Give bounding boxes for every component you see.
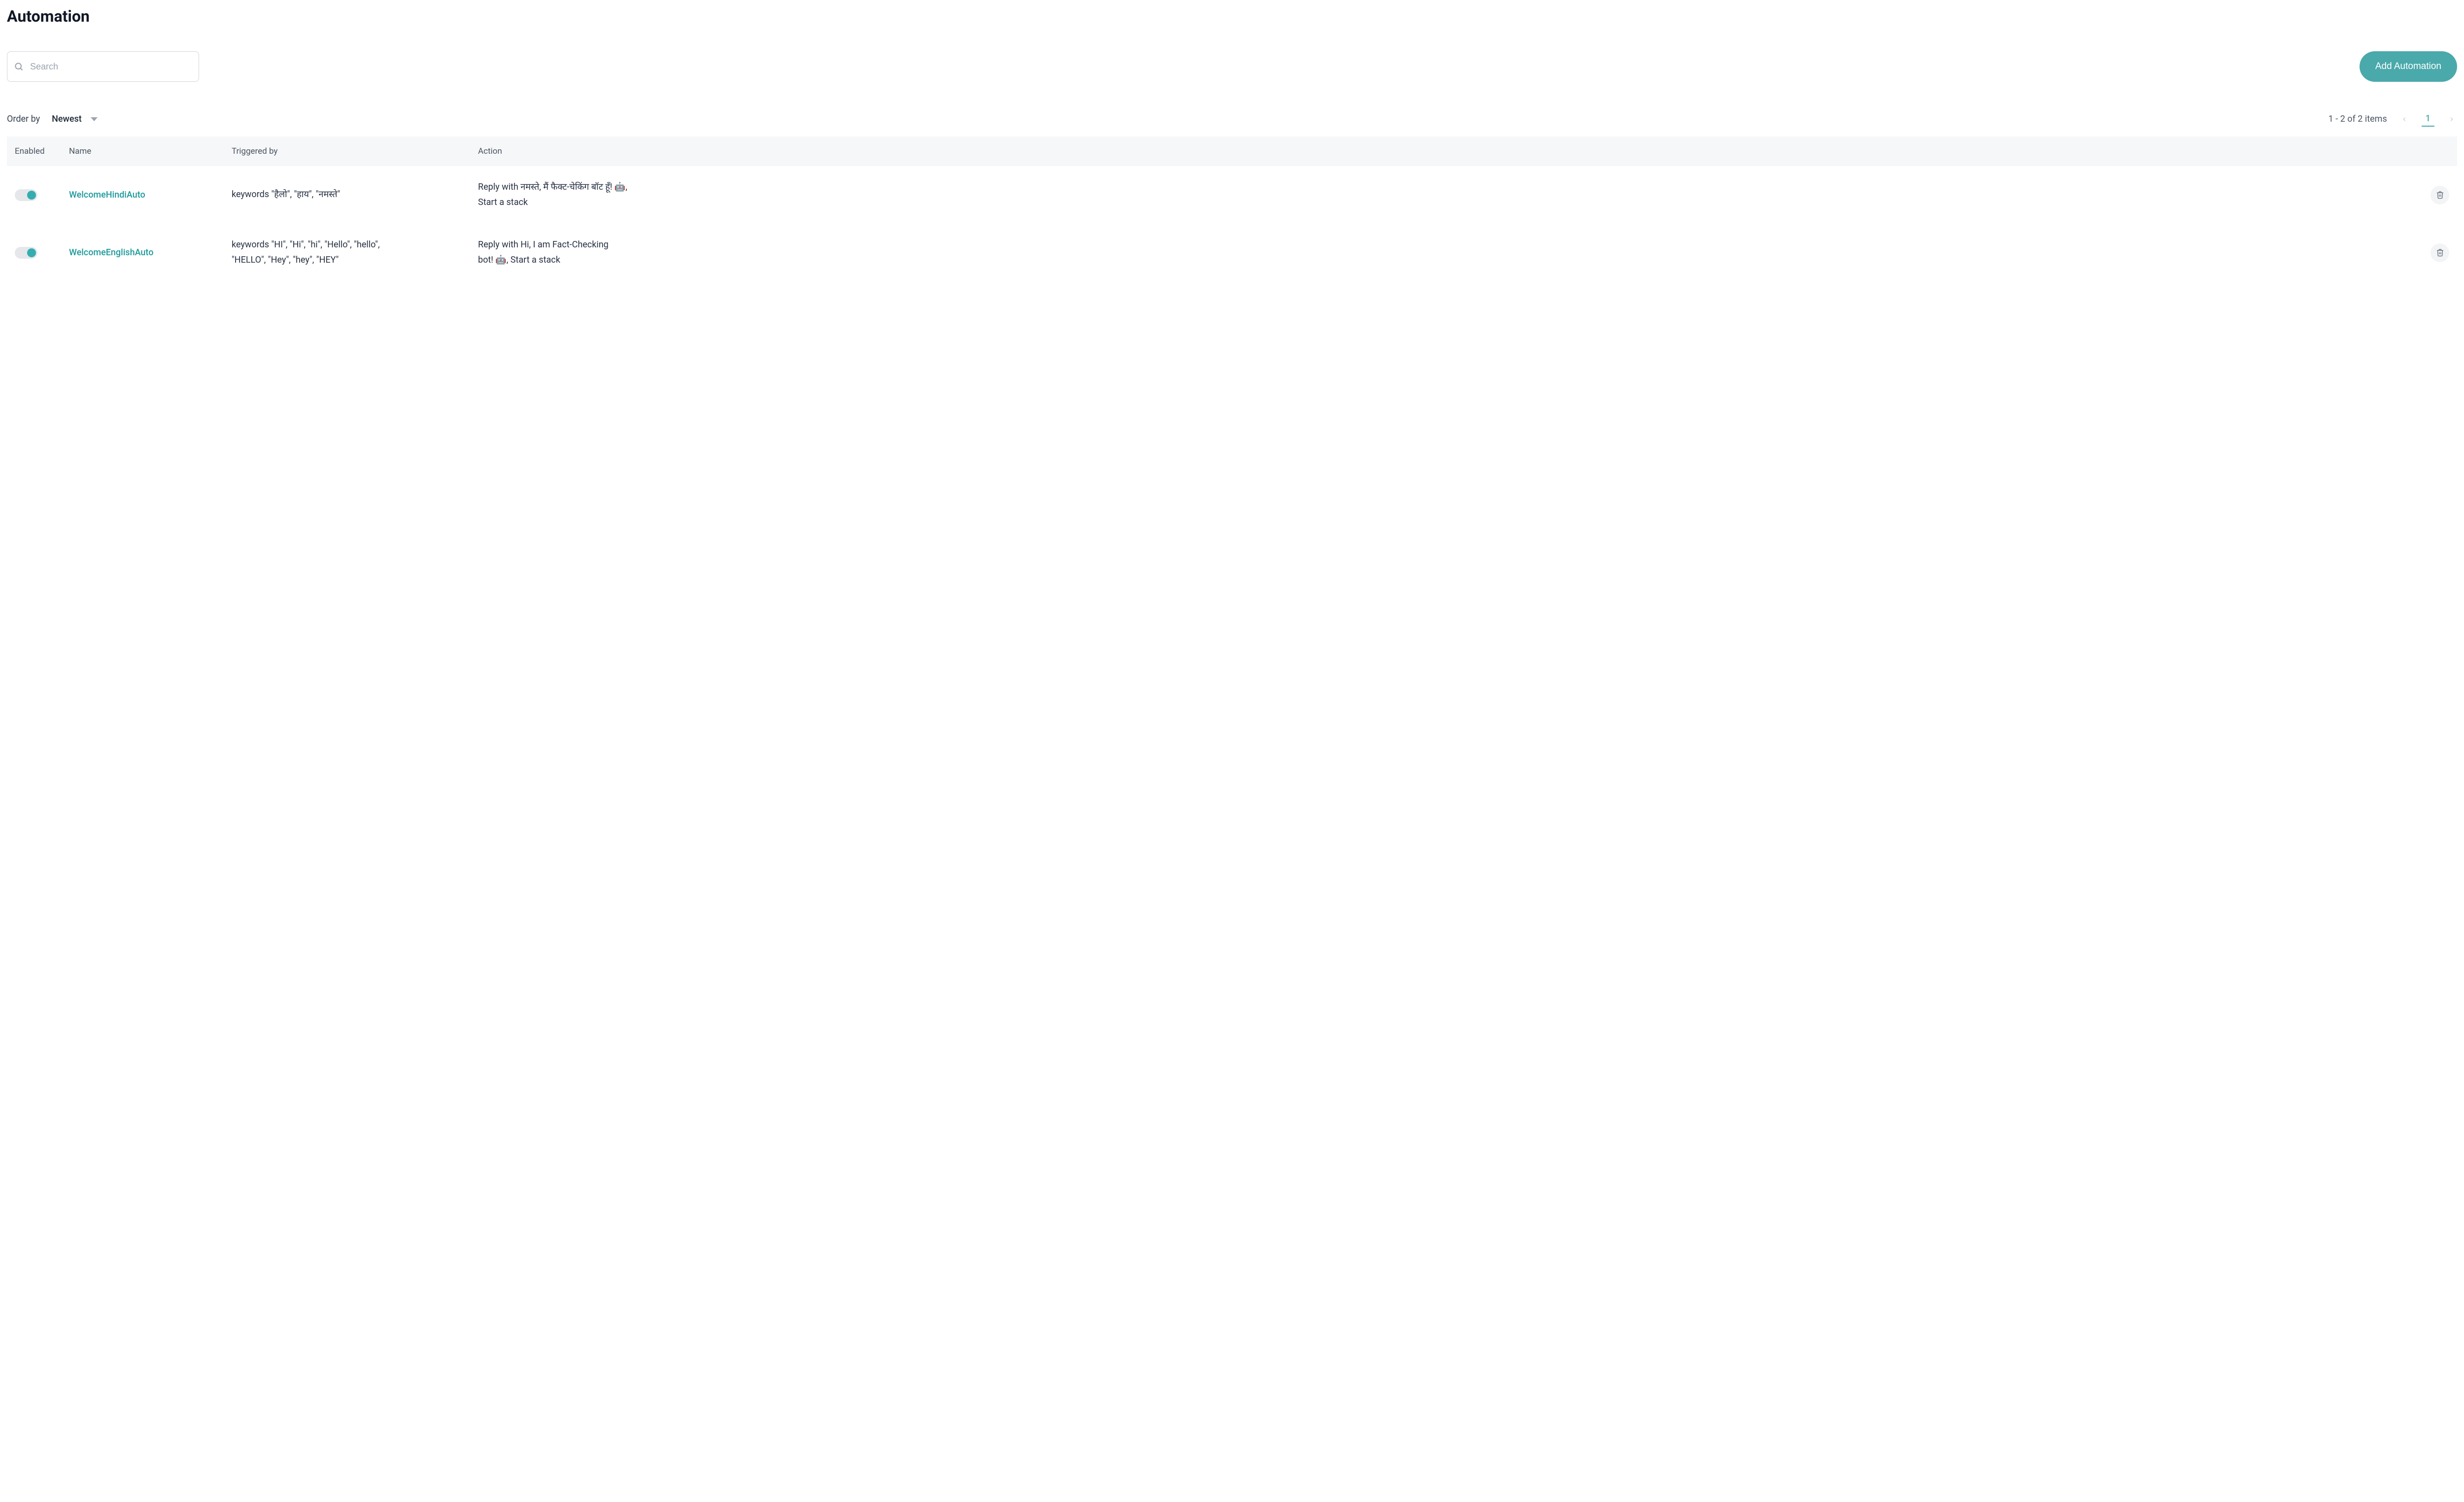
th-trigger: Triggered by xyxy=(224,137,470,166)
table-row: WelcomeHindiAuto keywords "हैलो", "हाय",… xyxy=(7,166,2457,224)
action-text: Reply with नमस्ते, मैं फैक्ट-चेकिंग बॉट … xyxy=(478,180,636,210)
delete-button[interactable] xyxy=(2430,186,2449,205)
trash-icon xyxy=(2436,248,2444,257)
search-icon xyxy=(14,62,24,71)
automation-table: Enabled Name Triggered by Action Welcome… xyxy=(7,137,2457,281)
controls-row: Add Automation xyxy=(7,51,2457,82)
order-by-label: Order by xyxy=(7,114,40,124)
order-by-value: Newest xyxy=(52,114,82,124)
automation-name-link[interactable]: WelcomeEnglishAuto xyxy=(69,247,153,258)
pagination-page-number[interactable]: 1 xyxy=(2422,111,2434,127)
order-by-select[interactable]: Newest xyxy=(52,114,98,124)
th-action: Action xyxy=(470,137,2418,166)
table-header-row: Enabled Name Triggered by Action xyxy=(7,137,2457,166)
toggle-knob xyxy=(27,191,36,200)
table-row: WelcomeEnglishAuto keywords "HI", "Hi", … xyxy=(7,224,2457,281)
delete-button[interactable] xyxy=(2430,243,2449,262)
search-wrap xyxy=(7,51,199,82)
chevron-left-icon xyxy=(2401,116,2408,123)
page-title: Automation xyxy=(7,7,2457,26)
add-automation-button[interactable]: Add Automation xyxy=(2360,51,2457,82)
pagination: 1 - 2 of 2 items 1 xyxy=(2328,111,2457,127)
toolbar-row: Order by Newest 1 - 2 of 2 items 1 xyxy=(7,111,2457,127)
trash-icon xyxy=(2436,191,2444,199)
th-delete xyxy=(2418,137,2457,166)
toggle-knob xyxy=(27,248,36,257)
chevron-right-icon xyxy=(2448,116,2455,123)
order-by-control: Order by Newest xyxy=(7,114,98,124)
th-enabled: Enabled xyxy=(7,137,61,166)
pagination-summary: 1 - 2 of 2 items xyxy=(2328,114,2387,124)
action-text: Reply with Hi, I am Fact-Checking bot! 🤖… xyxy=(478,238,626,268)
enabled-toggle[interactable] xyxy=(15,189,37,201)
enabled-toggle[interactable] xyxy=(15,247,37,259)
search-input[interactable] xyxy=(7,51,199,82)
th-name: Name xyxy=(61,137,224,166)
automation-name-link[interactable]: WelcomeHindiAuto xyxy=(69,190,145,200)
trigger-text: keywords "हैलो", "हाय", "नमस्ते" xyxy=(232,187,462,203)
chevron-down-icon xyxy=(91,117,98,121)
trigger-text: keywords "HI", "Hi", "hi", "Hello", "hel… xyxy=(232,238,399,268)
pagination-next[interactable] xyxy=(2446,114,2457,125)
pagination-prev[interactable] xyxy=(2399,114,2410,125)
